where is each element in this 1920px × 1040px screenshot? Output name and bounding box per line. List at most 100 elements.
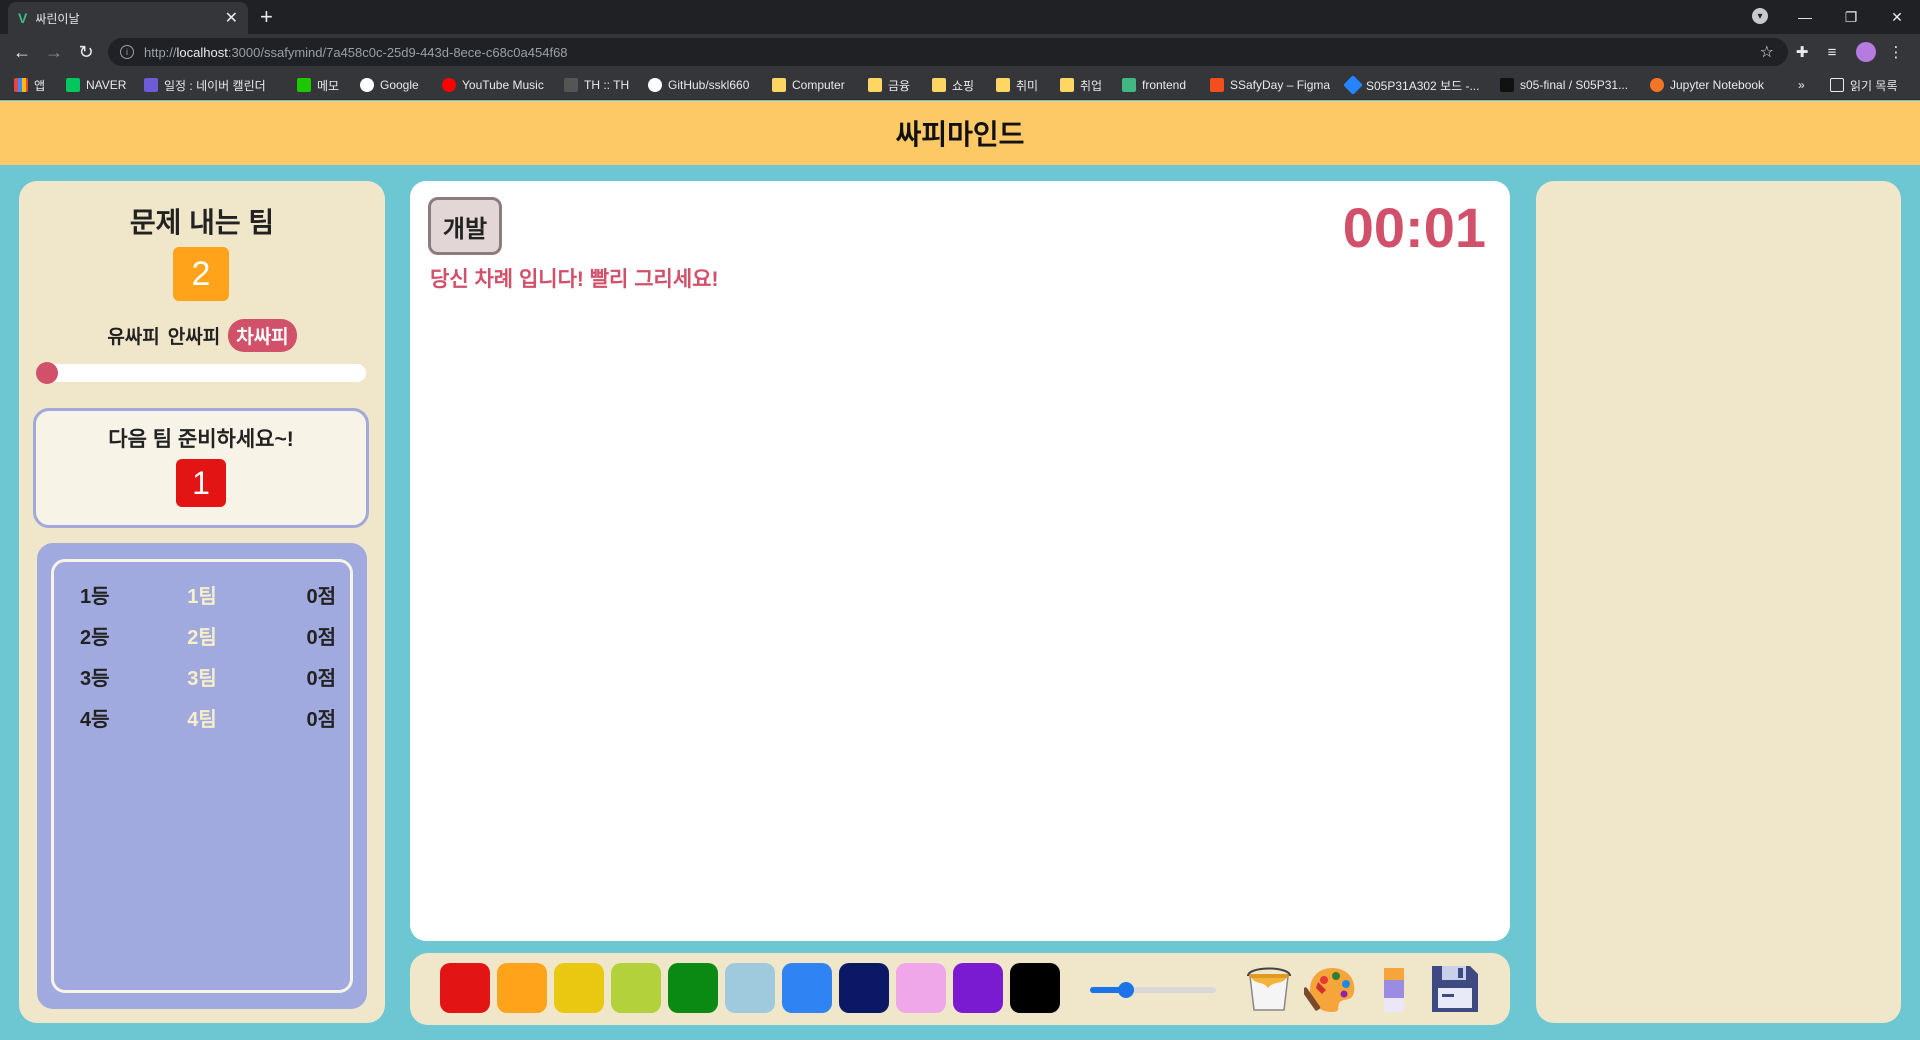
color-swatch-lightblue[interactable] — [725, 963, 775, 1013]
browser-toolbar: ← → ↻ i http://localhost:3000/ssafymind/… — [0, 34, 1920, 70]
ranking-board: 1등 1팀 0점 2등 2팀 0점 3등 3팀 0점 4등 4팀 0점 — [37, 543, 367, 1009]
drawing-toolbar — [410, 953, 1510, 1025]
rank-score: 0점 — [306, 709, 336, 731]
google-icon — [360, 78, 374, 92]
active-member-badge: 차싸피 — [228, 319, 297, 352]
ranking-row: 2등 2팀 0점 — [54, 621, 350, 651]
media-queue-icon[interactable]: ≡ — [1822, 42, 1842, 62]
minimize-icon[interactable]: — — [1782, 0, 1828, 34]
folder-icon — [772, 78, 786, 92]
save-icon[interactable] — [1426, 959, 1484, 1019]
slider-thumb[interactable] — [1117, 982, 1134, 998]
color-swatch-purple[interactable] — [953, 963, 1003, 1013]
color-swatch-blue[interactable] — [782, 963, 832, 1013]
more-menu-icon[interactable]: ⋮ — [1886, 42, 1906, 62]
folder-icon — [932, 78, 946, 92]
bookmark-folder-hobby[interactable]: 취미 — [996, 76, 1038, 94]
bookmark-google[interactable]: Google — [360, 76, 419, 94]
github-icon — [648, 78, 662, 92]
bookmark-th[interactable]: TH :: TH — [564, 76, 629, 94]
next-team-text: 다음 팀 준비하세요~! — [108, 428, 294, 451]
bookmark-star-icon[interactable]: ☆ — [1760, 42, 1774, 62]
bookmark-frontend[interactable]: frontend — [1122, 76, 1186, 94]
color-swatch-orange[interactable] — [497, 963, 547, 1013]
youtube-music-icon — [442, 78, 456, 92]
member-list: 유싸피 안싸피 차싸피 — [19, 319, 385, 352]
tab-title: 싸린이날 — [35, 11, 80, 26]
forward-icon[interactable]: → — [42, 40, 66, 64]
brush-size-slider[interactable] — [1090, 982, 1216, 998]
color-swatch-pink[interactable] — [896, 963, 946, 1013]
bookmark-memo[interactable]: 메모 — [297, 76, 339, 94]
page-title: 싸피마인드 — [895, 119, 1025, 150]
url-scheme: http:// — [144, 44, 177, 60]
bookmarks-bar: 앱 NAVER 일정 : 네이버 캘린더 메모 Google YouTube M… — [0, 70, 1920, 100]
color-swatch-yellow[interactable] — [554, 963, 604, 1013]
figma-icon — [1210, 78, 1224, 92]
right-panel — [1536, 181, 1901, 1023]
reading-list[interactable]: 읽기 목록 — [1830, 76, 1898, 94]
bookmark-folder-computer[interactable]: Computer — [772, 76, 845, 94]
bookmark-apps[interactable]: 앱 — [14, 76, 45, 94]
paint-bucket-icon[interactable] — [1240, 959, 1298, 1019]
turn-message: 당신 차례 입니다! 빨리 그리세요! — [430, 268, 719, 291]
new-tab-icon[interactable]: + — [260, 4, 273, 30]
progress-indicator — [36, 362, 58, 384]
color-swatch-navy[interactable] — [839, 963, 889, 1013]
extensions-icon[interactable]: ✚ — [1792, 42, 1812, 62]
bookmark-folder-shopping[interactable]: 쇼핑 — [932, 76, 974, 94]
browser-tab[interactable]: V 싸린이날 ✕ — [8, 2, 248, 34]
bookmark-folder-job[interactable]: 취업 — [1060, 76, 1102, 94]
reading-list-icon — [1830, 78, 1844, 92]
gitlab-icon — [1500, 78, 1514, 92]
vue-icon: V — [18, 10, 28, 26]
bookmark-jupyter[interactable]: Jupyter Notebook — [1650, 76, 1764, 94]
palette-icon[interactable] — [1302, 959, 1360, 1019]
profile-avatar[interactable] — [1856, 42, 1876, 62]
turn-progress-bar — [36, 362, 366, 384]
restore-icon[interactable]: ❐ — [1828, 0, 1874, 34]
info-icon[interactable]: i — [120, 45, 134, 59]
color-swatch-red[interactable] — [440, 963, 490, 1013]
memo-icon — [297, 78, 311, 92]
close-icon[interactable]: ✕ — [225, 8, 238, 28]
address-bar[interactable]: i http://localhost:3000/ssafymind/7a458c… — [108, 38, 1788, 66]
bookmark-jira[interactable]: S05P31A302 보드 -... — [1343, 75, 1479, 95]
rank-score: 0점 — [306, 586, 336, 608]
bookmark-figma[interactable]: SSafyDay – Figma — [1210, 76, 1330, 94]
reload-icon[interactable]: ↻ — [74, 40, 98, 64]
bookmark-naver[interactable]: NAVER — [66, 76, 126, 94]
timer: 00:01 — [1342, 196, 1486, 259]
color-swatch-black[interactable] — [1010, 963, 1060, 1013]
tab-search-icon[interactable]: ▾ — [1752, 8, 1768, 24]
apps-grid-icon — [14, 78, 28, 92]
bookmark-calendar[interactable]: 일정 : 네이버 캘린더 — [144, 76, 266, 94]
jira-icon — [1343, 75, 1363, 95]
url-host: localhost — [176, 44, 228, 60]
current-team-badge: 2 — [173, 247, 229, 301]
app-header: 싸피마인드 — [0, 101, 1920, 165]
bookmark-github[interactable]: GitHub/sskl660 — [648, 76, 749, 94]
quiz-word-button[interactable]: 개발 — [428, 197, 502, 255]
left-panel: 문제 내는 팀 2 유싸피 안싸피 차싸피 다음 팀 준비하세요~! 1 1등 … — [19, 181, 385, 1023]
naver-icon — [66, 78, 80, 92]
bookmarks-overflow[interactable]: » — [1798, 76, 1805, 94]
folder-icon — [996, 78, 1010, 92]
color-swatch-yellowgreen[interactable] — [611, 963, 661, 1013]
eraser-icon[interactable] — [1364, 959, 1422, 1019]
ranking-list: 1등 1팀 0점 2등 2팀 0점 3등 3팀 0점 4등 4팀 0점 — [51, 559, 353, 993]
bookmark-youtube-music[interactable]: YouTube Music — [442, 76, 544, 94]
next-team-badge: 1 — [176, 459, 226, 507]
folder-icon — [868, 78, 882, 92]
window-close-icon[interactable]: ✕ — [1874, 0, 1920, 34]
color-swatch-green[interactable] — [668, 963, 718, 1013]
bookmark-gitlab[interactable]: s05-final / S05P31... — [1500, 76, 1628, 94]
drawing-canvas[interactable]: 개발 00:01 당신 차례 입니다! 빨리 그리세요! — [410, 181, 1510, 941]
vue-icon — [1122, 78, 1136, 92]
member-name: 유싸피 — [107, 327, 160, 348]
folder-icon — [1060, 78, 1074, 92]
jupyter-icon — [1650, 78, 1664, 92]
ranking-row: 1등 1팀 0점 — [54, 580, 350, 610]
bookmark-folder-finance[interactable]: 금융 — [868, 76, 910, 94]
back-icon[interactable]: ← — [10, 40, 34, 64]
